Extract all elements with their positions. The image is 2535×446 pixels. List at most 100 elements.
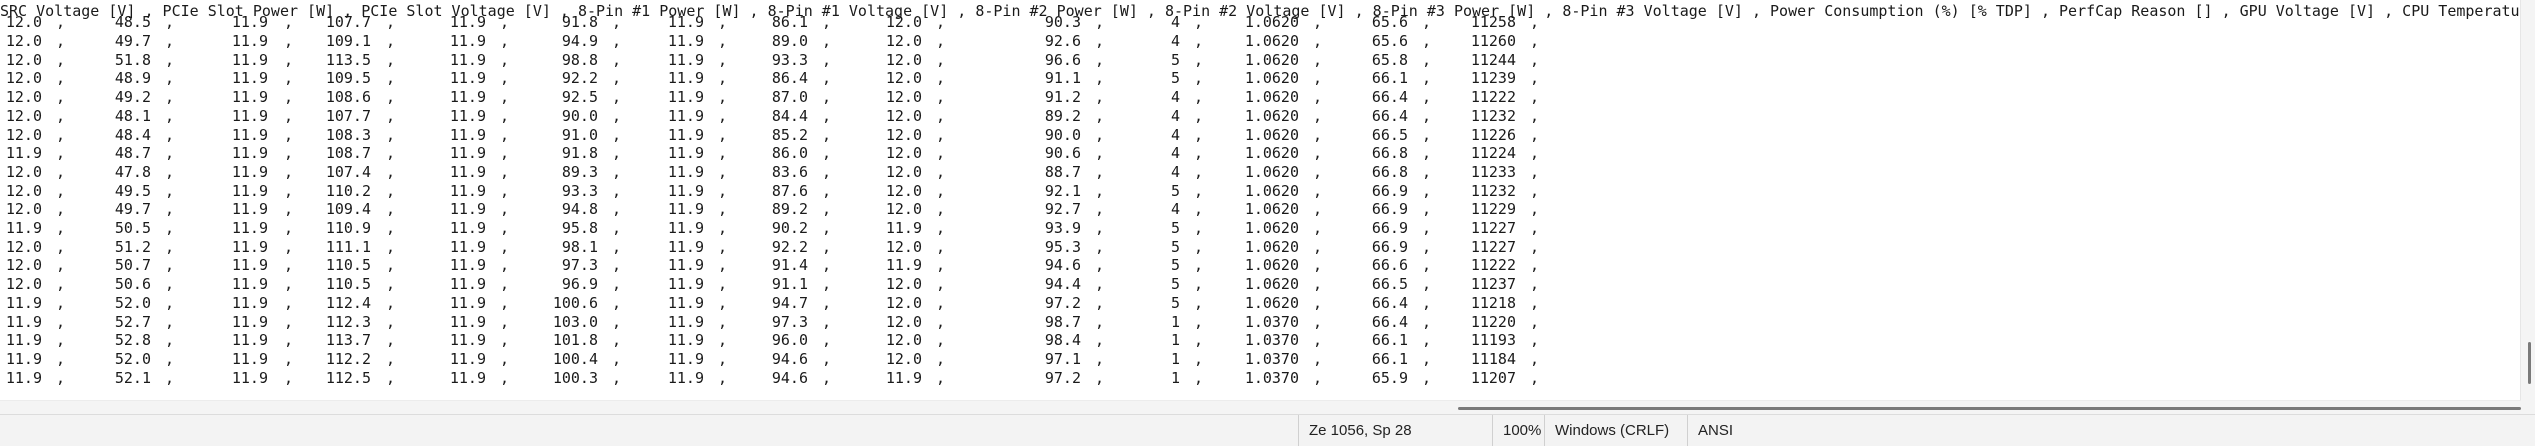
csv-cell: 110.5 — [325, 275, 371, 294]
line-ending-status[interactable]: Windows (CRLF) — [1544, 415, 1687, 446]
csv-separator: , — [165, 256, 175, 275]
csv-separator: , — [1422, 275, 1432, 294]
csv-cell: 12.0 — [885, 106, 922, 125]
csv-cell: 11260 — [1470, 32, 1516, 50]
vertical-scrollbar-thumb[interactable] — [2528, 342, 2531, 384]
csv-cell: 11226 — [1470, 125, 1516, 144]
csv-cell: 11237 — [1470, 275, 1516, 294]
csv-separator: , — [1530, 219, 1540, 237]
csv-separator: , — [936, 200, 946, 219]
csv-separator: , — [500, 312, 510, 331]
cursor-position-status[interactable]: Ze 1056, Sp 28 — [1298, 415, 1492, 446]
csv-separator: , — [1422, 219, 1432, 237]
csv-cell: 1.0620 — [1244, 144, 1299, 163]
csv-separator: , — [284, 331, 294, 350]
csv-separator: , — [284, 69, 294, 88]
csv-cell: 90.0 — [1044, 125, 1081, 144]
csv-separator: , — [56, 275, 66, 294]
csv-separator: , — [822, 181, 832, 200]
csv-cell: 50.6 — [114, 275, 151, 294]
csv-cell: 89.0 — [771, 32, 808, 50]
csv-separator: , — [936, 275, 946, 294]
csv-cell: 66.4 — [1371, 312, 1408, 331]
csv-cell: 47.8 — [114, 162, 151, 181]
csv-cell: 11.9 — [231, 312, 268, 331]
csv-cell: 94.6 — [771, 349, 808, 368]
csv-row: 11.9, 52.7, 11.9, 112.3, 11.9, 103.0, 11.9, 97.… — [0, 313, 2521, 332]
encoding-status[interactable]: ANSI — [1687, 415, 1787, 446]
scrollbar-corner — [2521, 400, 2535, 414]
csv-separator: , — [612, 349, 622, 368]
csv-cell: 1.0620 — [1244, 88, 1299, 107]
zoom-status[interactable]: 100% — [1492, 415, 1544, 446]
csv-separator: , — [386, 331, 396, 350]
csv-cell: 11239 — [1470, 69, 1516, 88]
csv-cell: 107.7 — [325, 106, 371, 125]
csv-cell: 11.9 — [5, 331, 42, 350]
horizontal-scrollbar[interactable] — [0, 400, 2521, 415]
csv-cell: 12.0 — [5, 181, 42, 200]
csv-cell: 11.9 — [231, 106, 268, 125]
csv-cell: 110.5 — [325, 256, 371, 275]
csv-cell: 49.7 — [114, 200, 151, 219]
csv-separator: , — [1313, 69, 1323, 88]
csv-cell: 1.0620 — [1244, 200, 1299, 219]
csv-separator: , — [1422, 125, 1432, 144]
horizontal-scrollbar-thumb[interactable] — [1458, 407, 2521, 410]
csv-separator: , — [718, 125, 728, 144]
csv-separator: , — [1422, 256, 1432, 275]
csv-cell: 11220 — [1470, 312, 1516, 331]
csv-separator: , — [1530, 200, 1540, 219]
csv-cell: 109.5 — [325, 69, 371, 88]
csv-cell: 66.5 — [1371, 275, 1408, 294]
csv-cell: 11233 — [1470, 162, 1516, 181]
csv-cell: 12.0 — [5, 88, 42, 107]
csv-separator: , — [1313, 125, 1323, 144]
csv-cell: 1.0620 — [1244, 69, 1299, 88]
csv-cell: 11.9 — [667, 144, 704, 163]
csv-separator: , — [56, 349, 66, 368]
csv-separator: , — [1313, 32, 1323, 50]
csv-cell: 11.9 — [449, 125, 486, 144]
csv-cell: 66.1 — [1371, 69, 1408, 88]
csv-cell: 112.3 — [325, 312, 371, 331]
csv-separator: , — [1313, 293, 1323, 312]
csv-separator: , — [1422, 237, 1432, 256]
csv-separator: , — [1095, 69, 1105, 88]
csv-cell: 11.9 — [231, 293, 268, 312]
csv-cell: 94.8 — [561, 200, 598, 219]
csv-cell: 12.0 — [885, 50, 922, 69]
csv-separator: , — [1095, 50, 1105, 69]
csv-cell: 101.8 — [552, 331, 598, 350]
csv-cell: 66.1 — [1371, 349, 1408, 368]
csv-cell: 11.9 — [667, 32, 704, 50]
csv-cell: 1.0620 — [1244, 275, 1299, 294]
csv-cell: 11258 — [1470, 13, 1516, 32]
csv-cell: 11.9 — [667, 312, 704, 331]
csv-cell: 93.9 — [1044, 219, 1081, 237]
csv-separator: , — [386, 293, 396, 312]
csv-separator: , — [936, 368, 946, 387]
csv-separator: , — [718, 237, 728, 256]
csv-cell: 11.9 — [449, 200, 486, 219]
csv-separator: , — [1530, 106, 1540, 125]
text-editor-area[interactable]: SRC Voltage [V] , PCIe Slot Power [W] , … — [0, 0, 2521, 400]
csv-cell: 1.0620 — [1244, 162, 1299, 181]
csv-separator: , — [1313, 50, 1323, 69]
csv-cell: 1 — [1170, 331, 1180, 350]
csv-cell: 5 — [1170, 50, 1180, 69]
csv-separator: , — [1422, 331, 1432, 350]
csv-cell: 11.9 — [449, 349, 486, 368]
csv-cell: 4 — [1170, 162, 1180, 181]
csv-cell: 11.9 — [449, 368, 486, 387]
csv-cell: 92.6 — [1044, 32, 1081, 50]
csv-separator: , — [1422, 181, 1432, 200]
csv-cell: 93.3 — [561, 181, 598, 200]
csv-cell: 97.1 — [1044, 349, 1081, 368]
csv-cell: 11.9 — [231, 88, 268, 107]
csv-cell: 49.7 — [114, 32, 151, 50]
csv-separator: , — [500, 32, 510, 50]
vertical-scrollbar[interactable] — [2520, 0, 2535, 400]
csv-row: 11.9, 52.1, 11.9, 112.5, 11.9, 100.3, 11.9, 94.… — [0, 369, 2521, 388]
csv-cell: 1.0370 — [1244, 349, 1299, 368]
